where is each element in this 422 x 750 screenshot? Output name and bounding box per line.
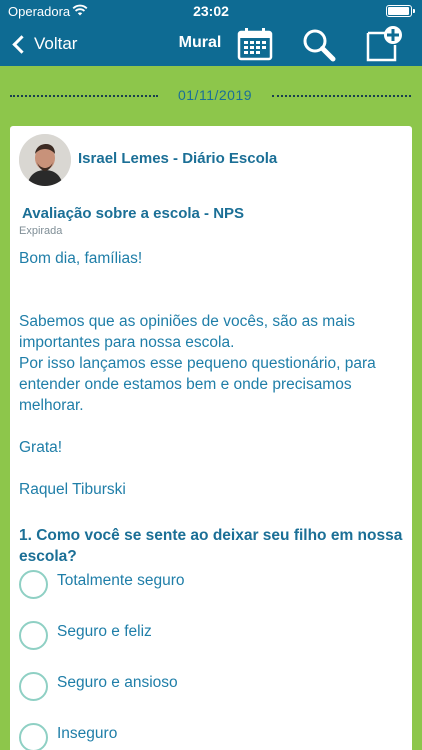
back-label: Voltar (34, 34, 78, 53)
body-line: entender onde estamos bem e onde precisa… (19, 376, 352, 393)
body-line (19, 458, 404, 479)
answer-option[interactable]: Seguro e ansioso (19, 670, 178, 702)
chevron-left-icon (12, 34, 31, 54)
clock: 23:02 (193, 3, 229, 19)
divider (10, 95, 158, 97)
battery-icon (386, 5, 415, 17)
search-icon[interactable] (301, 28, 337, 62)
answer-option[interactable]: Seguro e feliz (19, 619, 152, 651)
status-bar: Operadora 23:02 (0, 0, 422, 22)
body-line: melhorar. (19, 397, 84, 414)
answer-option[interactable]: Totalmente seguro (19, 568, 185, 600)
post-body: Bom dia, famílias! Sabemos que as opiniõ… (19, 248, 404, 500)
body-line: Sabemos que as opiniões de vocês, são as… (19, 313, 356, 330)
divider (272, 95, 411, 97)
post-title: Avaliação sobre a escola - NPS (22, 205, 245, 222)
navigation-bar: Voltar Mural (0, 22, 422, 66)
answer-option[interactable]: Inseguro (19, 721, 117, 750)
answer-label: Totalmente seguro (57, 572, 185, 589)
page-title: Mural (178, 34, 222, 51)
radio-button[interactable] (19, 671, 48, 701)
body-line (19, 416, 404, 437)
body-line (19, 269, 404, 290)
post-card: Israel Lemes - Diário Escola Avaliação s… (10, 126, 412, 750)
back-button[interactable]: Voltar (10, 31, 77, 57)
body-line (19, 290, 404, 311)
answer-label: Inseguro (57, 725, 118, 742)
body-line: importantes para nossa escola. (19, 334, 235, 351)
answer-label: Seguro e feliz (57, 623, 152, 640)
new-post-icon[interactable] (364, 25, 404, 63)
body-line: Grata! (19, 439, 63, 456)
survey-question: 1. Como você se sente ao deixar seu filh… (19, 527, 403, 565)
status-badge: Expirada (19, 225, 63, 237)
radio-button[interactable] (19, 620, 48, 650)
body-line: Bom dia, famílias! (19, 250, 143, 267)
date-separator: 01/11/2019 (10, 84, 411, 106)
body-line: Por isso lançamos esse pequeno questioná… (19, 355, 376, 372)
calendar-icon[interactable] (237, 27, 273, 61)
answer-label: Seguro e ansioso (57, 674, 178, 691)
feed-date: 01/11/2019 (177, 87, 253, 103)
radio-button[interactable] (19, 722, 48, 750)
radio-button[interactable] (19, 569, 48, 599)
avatar (19, 134, 71, 186)
post-author: Israel Lemes - Diário Escola (78, 150, 278, 167)
body-line: Raquel Tiburski (19, 481, 126, 498)
avatar-photo (19, 134, 71, 186)
